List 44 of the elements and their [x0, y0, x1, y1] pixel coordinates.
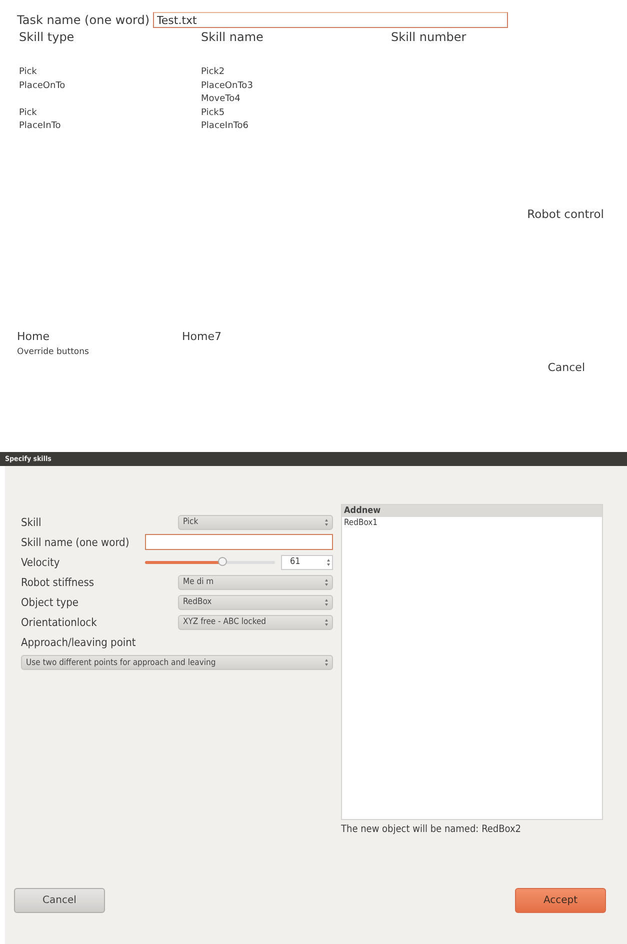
column-header: Skill number — [390, 30, 466, 44]
up-down-arrows-icon — [325, 659, 328, 666]
cancel-button[interactable]: Cancel — [548, 360, 585, 374]
table-cell-text: Pick5 — [200, 108, 225, 118]
table-cell-text: PlaceInTo — [18, 121, 61, 131]
spin-box[interactable]: 61 — [281, 554, 333, 570]
table-cell-text: MoveTo4 — [200, 94, 240, 104]
dropdown[interactable]: Use two different points for approach and leaving — [21, 655, 333, 670]
table-cell-text: Pick — [18, 67, 37, 77]
field-label: Skill name (one word) — [21, 536, 130, 548]
column-header: Skill name — [200, 30, 264, 44]
list-header[interactable]: Addnew — [342, 505, 602, 517]
up-down-arrows-icon — [325, 578, 328, 586]
list-item[interactable]: RedBox1 — [342, 517, 602, 529]
column-header: Skill type — [18, 30, 74, 44]
robot-control-label: Robot control — [527, 206, 604, 220]
table-cell-text: PlaceOnTo3 — [200, 80, 253, 90]
field-label: Orientationlock — [21, 616, 97, 628]
up-down-arrows-icon[interactable] — [327, 558, 330, 566]
dropdown[interactable]: Pick — [178, 514, 333, 530]
approach-label: Approach/leaving point — [21, 636, 136, 649]
up-down-arrows-icon — [325, 618, 328, 626]
task-name-field[interactable]: Test.txt — [152, 12, 508, 28]
dropdown[interactable]: RedBox — [178, 594, 333, 610]
accept-button[interactable]: Accept — [515, 888, 606, 913]
home-value: Home7 — [182, 330, 222, 342]
field-label: Skill — [21, 516, 42, 528]
task-name-label: Task name (one word) — [17, 13, 150, 27]
up-down-arrows-icon — [325, 598, 328, 606]
field-label: Robot stiffness — [21, 576, 94, 588]
dropdown[interactable]: XYZ free - ABC locked — [178, 614, 333, 630]
field-label: Velocity — [21, 556, 60, 568]
table-cell-text: Pick2 — [200, 67, 225, 77]
override-label: Override buttons — [17, 346, 89, 356]
table-cell-text: PlaceInTo6 — [200, 121, 248, 131]
object-name-note: The new object will be named: RedBox2 — [341, 824, 522, 835]
dropdown[interactable]: Me di m — [178, 574, 333, 590]
home-label: Home — [17, 330, 50, 342]
table-cell-text: PlaceOnTo — [18, 80, 66, 90]
cancel-button[interactable]: Cancel — [14, 888, 105, 913]
input-field[interactable] — [145, 534, 333, 550]
table-cell-text: Pick — [18, 108, 37, 118]
up-down-arrows-icon — [325, 518, 328, 526]
field-label: Object type — [21, 596, 78, 608]
